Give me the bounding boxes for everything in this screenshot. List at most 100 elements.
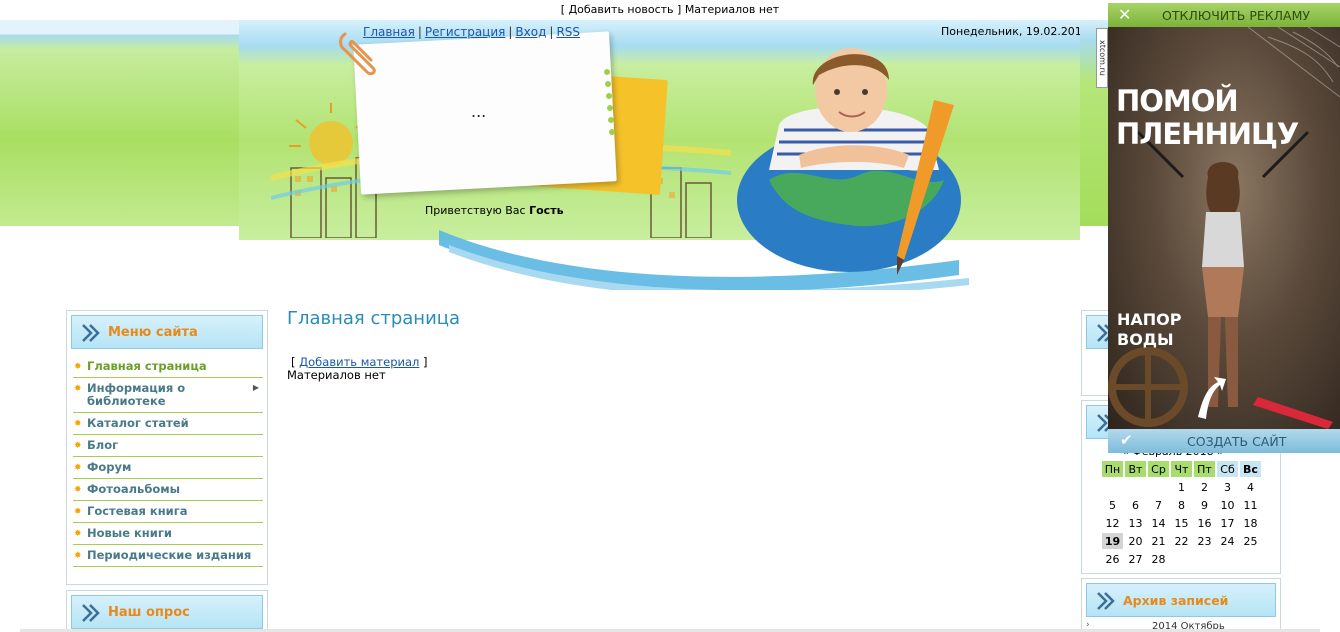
star-icon: ✸ — [74, 529, 82, 539]
calendar-day: 8 — [1178, 498, 1185, 512]
calendar-day: 1 — [1178, 480, 1185, 494]
double-chevron-icon — [82, 604, 100, 622]
poll-title-bar: Наш опрос — [71, 595, 263, 629]
star-icon: ✸ — [74, 551, 82, 561]
site-menu-box: Меню сайта ✸ Главная страница ✸ Информация… — [66, 310, 268, 585]
star-icon: ✸ — [74, 485, 82, 495]
boy-with-globe-illustration — [737, 48, 961, 275]
submenu-arrow-icon: ▶ — [252, 383, 259, 392]
calendar-day: 9 — [1201, 498, 1208, 512]
site-menu: ✸ Главная страница ✸ Информация о библиоте… — [73, 356, 263, 567]
archive-box: Архив записей › 2014 Октябрь — [1081, 578, 1281, 632]
add-news-link[interactable]: [ Добавить новость ] — [561, 3, 682, 16]
calendar-day: 18 — [1243, 516, 1258, 530]
calendar-day: 20 — [1128, 534, 1143, 548]
menu-item-library-info[interactable]: ✸ Информация о библиотеке ▶ — [73, 378, 263, 413]
header-band-left — [0, 20, 239, 226]
top-nav: Главная | Регистрация | Вход | RSS — [363, 25, 581, 39]
menu-item-articles[interactable]: ✸ Каталог статей — [73, 413, 263, 435]
check-icon: ✔ — [1120, 431, 1133, 449]
empty-message: Материалов нет — [287, 368, 386, 382]
add-material-link[interactable]: Добавить материал — [299, 355, 419, 369]
weekday-sun: Вс — [1240, 461, 1261, 477]
menu-item-blog[interactable]: ✸ Блог — [73, 435, 263, 457]
calendar-day: 3 — [1224, 480, 1231, 494]
archive-title-bar: Архив записей — [1086, 583, 1276, 617]
calendar-day — [1125, 479, 1146, 495]
calendar-day: 17 — [1220, 516, 1235, 530]
menu-item-home[interactable]: ✸ Главная страница — [73, 356, 263, 378]
calendar-day: 2 — [1201, 480, 1208, 494]
calendar-day: 23 — [1197, 534, 1212, 548]
site-header: ... Приветствую Вас Гость Главная | Регист… — [239, 20, 1080, 290]
double-chevron-icon — [82, 324, 100, 342]
weekday-sat: Сб — [1217, 461, 1238, 477]
poll-title: Наш опрос — [108, 605, 190, 620]
calendar-day: 21 — [1151, 534, 1166, 548]
calendar-day: 14 — [1151, 516, 1166, 530]
menu-item-new-books[interactable]: ✸ Новые книги — [73, 523, 263, 545]
add-material: [ Добавить материал ] — [291, 355, 428, 369]
nav-link-register[interactable]: Регистрация — [425, 25, 505, 39]
calendar-day — [1194, 551, 1215, 567]
ad-headline: ПОМОЙ ПЛЕННИЦУ — [1116, 84, 1299, 151]
star-icon: ✸ — [74, 362, 82, 372]
site-menu-title-bar: Меню сайта — [71, 315, 263, 349]
greeting-user: Гость — [529, 204, 564, 217]
calendar-day: 4 — [1247, 480, 1254, 494]
calendar-day: 11 — [1243, 498, 1258, 512]
weekday-tue: Вт — [1125, 461, 1146, 477]
ad-image[interactable]: ПОМОЙ ПЛЕННИЦУ НАПОР ВОДЫ — [1108, 26, 1340, 429]
calendar-day: 25 — [1243, 534, 1258, 548]
calendar-day: 12 — [1105, 516, 1120, 530]
menu-item-guestbook[interactable]: ✸ Гостевая книга — [73, 501, 263, 523]
calendar-day-today[interactable]: 19 — [1102, 533, 1123, 549]
weekday-thu: Чт — [1171, 461, 1192, 477]
ad-banner[interactable]: ✕ ОТКЛЮЧИТЬ РЕКЛАМУ ПОМОЙ ПЛЕННИЦУ НАПОР… — [1108, 3, 1340, 453]
ad-subtitle: НАПОР ВОДЫ — [1117, 310, 1182, 349]
star-icon: ✸ — [74, 463, 82, 473]
star-icon: ✸ — [74, 384, 82, 394]
calendar-day: 10 — [1220, 498, 1235, 512]
star-icon: ✸ — [74, 419, 82, 429]
menu-item-photo-albums[interactable]: ✸ Фотоальбомы — [73, 479, 263, 501]
calendar-day: 7 — [1155, 498, 1162, 512]
calendar-day — [1102, 479, 1123, 495]
calendar-day: 6 — [1132, 498, 1139, 512]
ad-tag: xtcom.ru — [1096, 28, 1108, 88]
nav-link-login[interactable]: Вход — [515, 25, 546, 39]
calendar-day: 16 — [1197, 516, 1212, 530]
greeting: Приветствую Вас Гость — [425, 204, 564, 217]
star-icon: ✸ — [74, 507, 82, 517]
calendar-day — [1217, 551, 1238, 567]
calendar-day: 26 — [1105, 552, 1120, 566]
calendar-day: 22 — [1174, 534, 1189, 548]
calendar-day: 15 — [1174, 516, 1189, 530]
current-date: Понедельник, 19.02.2018, 16: — [941, 25, 1080, 38]
calendar-day: 28 — [1151, 552, 1166, 566]
calendar-day: 13 — [1128, 516, 1143, 530]
site-menu-title: Меню сайта — [108, 325, 198, 340]
weekday-fri: Пт — [1194, 461, 1215, 477]
calendar-day — [1148, 479, 1169, 495]
calendar-day — [1171, 551, 1192, 567]
note-text: ... — [471, 102, 487, 121]
nav-link-rss[interactable]: RSS — [556, 25, 580, 39]
create-site-button[interactable]: ✔ СОЗДАТЬ САЙТ — [1108, 429, 1340, 453]
menu-item-forum[interactable]: ✸ Форум — [73, 457, 263, 479]
weekday-mon: Пн — [1102, 461, 1123, 477]
weekday-wed: Ср — [1148, 461, 1169, 477]
calendar-day: 27 — [1128, 552, 1143, 566]
close-icon: ✕ — [1118, 5, 1132, 24]
top-status: Материалов нет — [684, 3, 780, 16]
nav-link-home[interactable]: Главная — [363, 25, 415, 39]
calendar-day: 5 — [1109, 498, 1116, 512]
calendar-day — [1240, 551, 1261, 567]
archive-title: Архив записей — [1123, 593, 1229, 608]
disable-ads-button[interactable]: ✕ ОТКЛЮЧИТЬ РЕКЛАМУ — [1108, 3, 1340, 27]
double-chevron-icon — [1097, 592, 1115, 610]
poll-box: Наш опрос — [66, 590, 268, 632]
menu-item-periodicals[interactable]: ✸ Периодические издания — [73, 545, 263, 567]
calendar-grid: Пн Вт Ср Чт Пт Сб Вс 1234 5 6 7 8 9 10 11 12 13… — [1100, 459, 1263, 569]
calendar-day: 24 — [1220, 534, 1235, 548]
